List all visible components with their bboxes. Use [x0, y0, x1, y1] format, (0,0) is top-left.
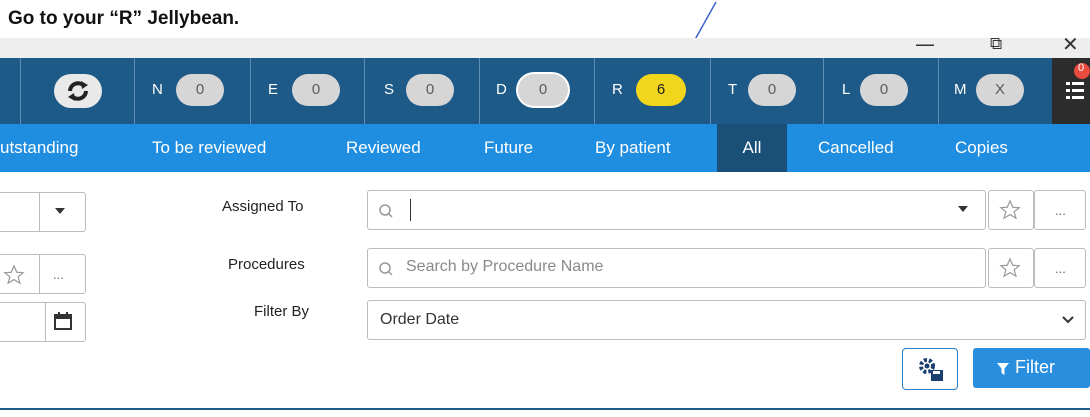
tab-by-patient[interactable]: By patient [595, 124, 671, 172]
minimize-button[interactable]: — [915, 32, 935, 56]
filter-by-value: Order Date [380, 311, 460, 328]
more-dots: ... [1055, 203, 1066, 218]
divider [710, 58, 711, 124]
jellybean-count: 0 [748, 74, 796, 106]
gear-save-icon [919, 358, 943, 381]
tab-outstanding[interactable]: utstanding [0, 124, 78, 172]
assigned-to-favorite[interactable] [988, 190, 1034, 230]
jellybean-letter: M [954, 81, 967, 98]
filter-button[interactable]: Filter [973, 348, 1090, 388]
chevron-down-icon [55, 208, 65, 214]
filter-settings-button[interactable] [902, 348, 958, 390]
filter-by-select[interactable]: Order Date [367, 300, 1086, 340]
jellybean-letter: L [842, 81, 851, 98]
procedures-search-field[interactable]: Search by Procedure Name [367, 248, 986, 288]
divider [594, 58, 595, 124]
funnel-icon [997, 363, 1009, 375]
jellybean-count: 0 [406, 74, 454, 106]
refresh-button[interactable] [54, 74, 102, 108]
close-button[interactable]: ✕ [1062, 32, 1079, 56]
tab-future[interactable]: Future [484, 124, 533, 172]
divider [20, 58, 21, 124]
divider [39, 255, 40, 293]
divider [364, 58, 365, 124]
divider [823, 58, 824, 124]
jellybean-count: X [976, 74, 1024, 106]
jellybean-count: 6 [636, 74, 686, 106]
divider [250, 58, 251, 124]
procedures-label: Procedures [228, 256, 305, 273]
star-icon [999, 257, 1021, 278]
assigned-to-label: Assigned To [222, 198, 304, 215]
list-menu-button[interactable]: 0 [1052, 58, 1090, 124]
text-cursor [410, 199, 411, 221]
jellybean-bar: N 0 E 0 S 0 D 0 R 6 T 0 L 0 M X 0 [0, 58, 1090, 124]
left-date-field[interactable] [0, 302, 86, 342]
jellybean-count: 0 [860, 74, 908, 106]
jellybean-count: 0 [518, 74, 568, 106]
jellybean-letter: E [268, 81, 279, 98]
tab-all[interactable]: All [717, 124, 787, 172]
divider [39, 193, 40, 231]
filter-by-label: Filter By [254, 303, 310, 320]
filter-button-label: Filter [1015, 357, 1055, 377]
procedures-more-button[interactable]: ... [1034, 248, 1086, 288]
more-button[interactable]: ... [53, 267, 64, 282]
assigned-to-more-button[interactable]: ... [1034, 190, 1086, 230]
chevron-down-icon [1062, 316, 1074, 324]
chevron-down-icon[interactable] [958, 206, 968, 214]
star-icon [999, 199, 1021, 220]
tab-cancelled[interactable]: Cancelled [818, 124, 894, 172]
tab-reviewed[interactable]: Reviewed [346, 124, 421, 172]
divider [479, 58, 480, 124]
jellybean-letter: S [384, 81, 395, 98]
left-favorites[interactable]: ... [0, 254, 86, 294]
procedures-placeholder: Search by Procedure Name [406, 258, 604, 275]
jellybean-count: 0 [292, 74, 340, 106]
list-menu-icon [1066, 63, 1090, 99]
left-select[interactable] [0, 192, 86, 232]
assigned-to-field[interactable] [367, 190, 986, 230]
divider [0, 408, 1090, 410]
jellybean-letter: D [496, 81, 507, 98]
search-icon [379, 204, 393, 218]
divider [134, 58, 135, 124]
search-icon [379, 262, 393, 276]
jellybean-letter: T [728, 81, 738, 98]
more-dots: ... [1055, 261, 1066, 276]
jellybean-letter: N [152, 81, 163, 98]
tab-to-be-reviewed[interactable]: To be reviewed [152, 124, 266, 172]
calendar-icon[interactable] [53, 311, 73, 331]
tabs-bar: utstanding To be reviewed Reviewed Futur… [0, 124, 1090, 172]
refresh-icon [68, 81, 88, 101]
instruction-text: Go to your “R” Jellybean. [8, 8, 240, 29]
window-titlebar: — ⧉ ✕ [0, 32, 1090, 58]
tab-copies[interactable]: Copies [955, 124, 1008, 172]
star-icon[interactable] [3, 264, 25, 286]
procedures-favorite[interactable] [988, 248, 1034, 288]
jellybean-count: 0 [176, 74, 224, 106]
divider [45, 303, 46, 341]
jellybean-letter: R [612, 81, 623, 98]
restore-button[interactable]: ⧉ [990, 34, 1002, 54]
divider [938, 58, 939, 124]
menu-badge: 0 [1078, 62, 1085, 74]
